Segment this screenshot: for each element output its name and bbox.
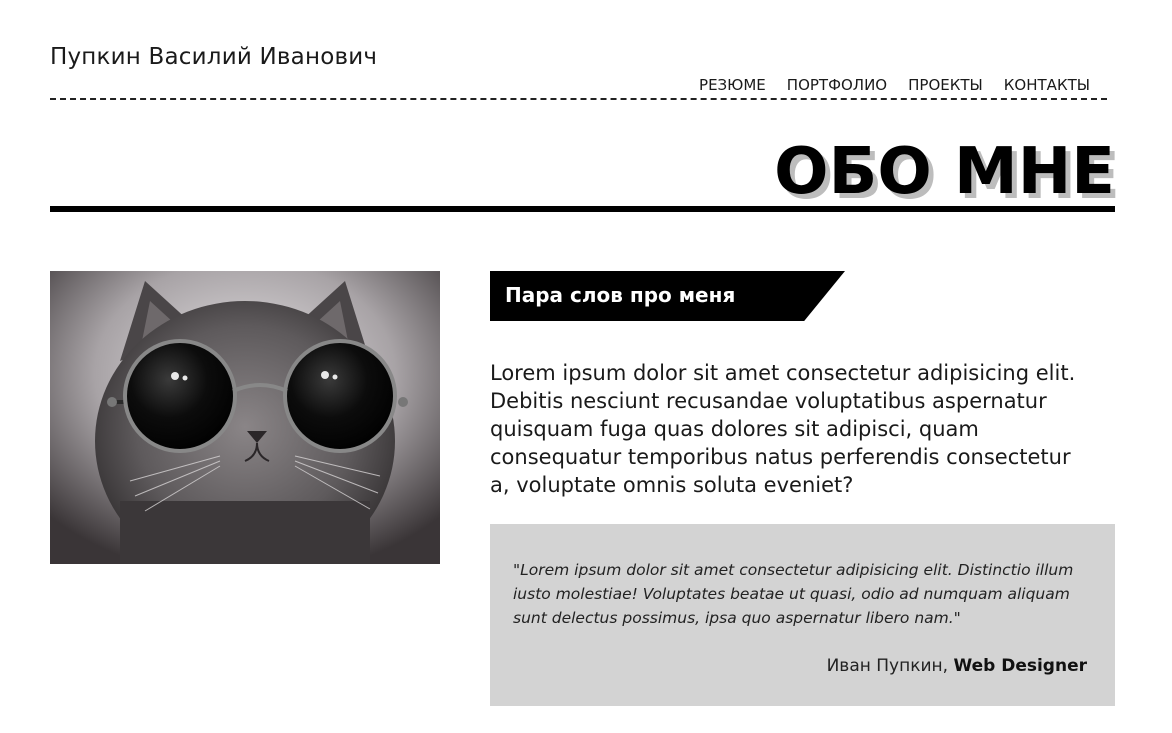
quote-author-name: Иван Пупкин, (826, 656, 949, 676)
section-title-bar: ОБО МНЕ (50, 135, 1115, 212)
main-nav: РЕЗЮМЕ ПОРТФОЛИО ПРОЕКТЫ КОНТАКТЫ (699, 76, 1090, 94)
nav-item-portfolio[interactable]: ПОРТФОЛИО (787, 76, 887, 94)
about-subheading: Пара слов про меня (490, 271, 845, 321)
quote-text: "Lorem ipsum dolor sit amet consectetur … (513, 561, 1074, 627)
cat-photo-icon (50, 271, 440, 564)
about-subheading-text: Пара слов про меня (505, 283, 736, 307)
nav-item-resume[interactable]: РЕЗЮМЕ (699, 76, 766, 94)
nav-item-contacts[interactable]: КОНТАКТЫ (1004, 76, 1090, 94)
quote-author: Иван Пупкин, Web Designer (827, 656, 1087, 676)
site-header: Пупкин Василий Иванович РЕЗЮМЕ ПОРТФОЛИО… (50, 40, 1107, 100)
quote-box: "Lorem ipsum dolor sit amet consectetur … (490, 524, 1115, 706)
nav-item-projects[interactable]: ПРОЕКТЫ (908, 76, 983, 94)
quote-author-role: Web Designer (953, 656, 1087, 676)
profile-photo (50, 271, 440, 564)
section-title: ОБО МНЕ (774, 135, 1115, 209)
about-text: Lorem ipsum dolor sit amet consectetur a… (490, 361, 1076, 497)
page: Пупкин Василий Иванович РЕЗЮМЕ ПОРТФОЛИО… (0, 0, 1172, 733)
site-name-link[interactable]: Пупкин Василий Иванович (50, 44, 377, 70)
